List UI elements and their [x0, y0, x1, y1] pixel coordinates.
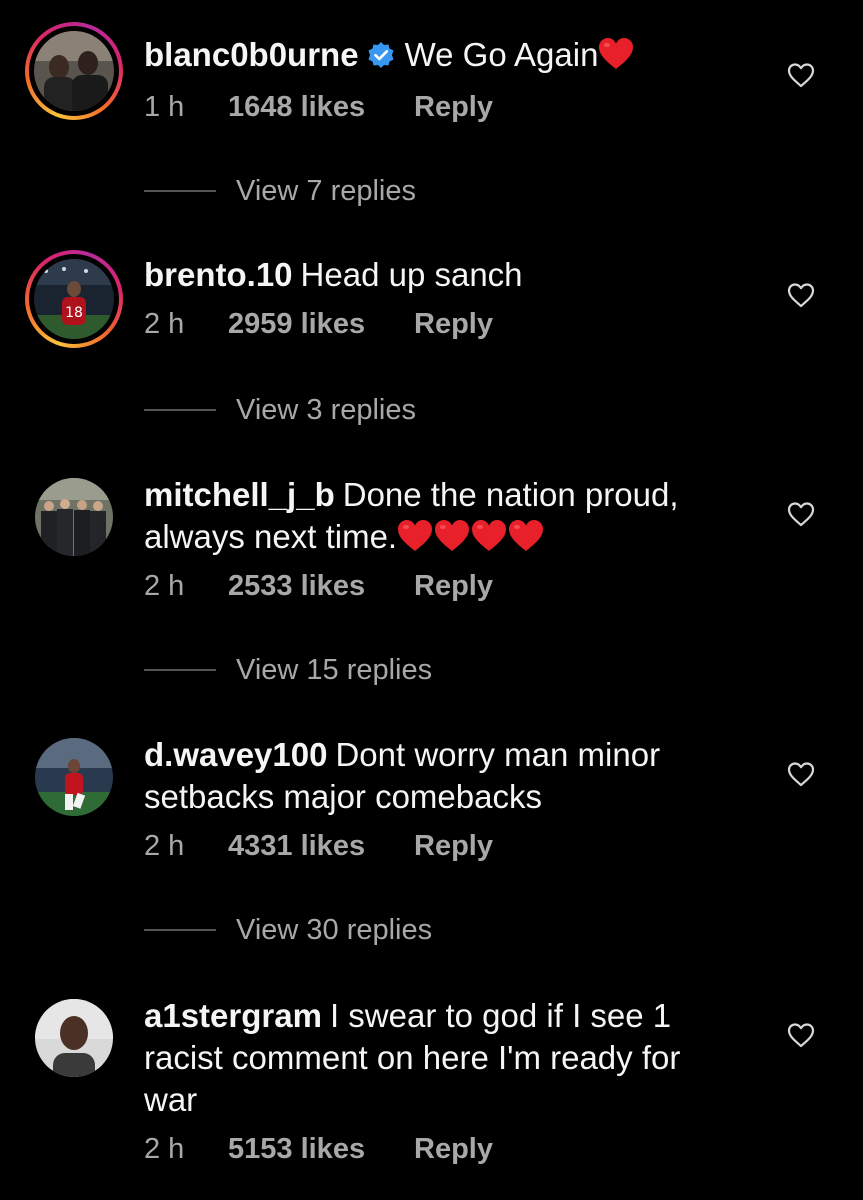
comment-text: mitchell_j_b Done the nation proud, alway…	[144, 474, 734, 558]
comment-text: brento.10 Head up sanch	[144, 254, 734, 296]
heart-emoji-group	[397, 518, 545, 555]
heart-emoji-icon	[434, 519, 470, 553]
comment-text: blanc0b0urne We Go Again	[144, 34, 734, 79]
comment-likes[interactable]: 4331 likes	[228, 828, 414, 864]
reply-button[interactable]: Reply	[414, 568, 493, 604]
avatar[interactable]	[25, 22, 123, 120]
comment-meta: 1 h 1648 likes Reply	[144, 89, 734, 125]
view-replies-label: View 30 replies	[236, 913, 433, 946]
comment-likes[interactable]: 2959 likes	[228, 306, 414, 342]
reply-button[interactable]: Reply	[414, 89, 493, 125]
comment-time: 2 h	[144, 1133, 185, 1165]
comment-username[interactable]: blanc0b0urne	[144, 36, 359, 73]
heart-emoji-icon	[397, 519, 433, 553]
divider	[144, 190, 216, 192]
comment-username[interactable]: a1stergram	[144, 997, 322, 1034]
divider	[144, 929, 216, 931]
comment-username[interactable]: d.wavey100	[144, 736, 327, 773]
verified-badge-icon	[367, 37, 395, 79]
avatar[interactable]	[25, 728, 123, 826]
comment-likes[interactable]: 1648 likes	[228, 89, 414, 125]
view-replies-label: View 7 replies	[236, 174, 417, 207]
heart-outline-icon[interactable]	[787, 62, 815, 88]
comment-body: Head up sanch	[300, 256, 523, 293]
comment-meta: 2 h 4331 likes Reply	[144, 828, 734, 864]
avatar-photo	[35, 738, 113, 816]
view-replies-label: View 3 replies	[236, 393, 417, 426]
heart-outline-icon[interactable]	[787, 1022, 815, 1048]
avatar-photo	[35, 478, 113, 556]
view-replies-label: View 15 replies	[236, 653, 433, 686]
avatar-photo: 18	[34, 259, 114, 339]
view-replies-button[interactable]: View 30 replies	[144, 912, 432, 948]
comment-likes[interactable]: 5153 likes	[228, 1131, 414, 1167]
comment-meta: 2 h 5153 likes Reply	[144, 1131, 734, 1167]
view-replies-button[interactable]: View 15 replies	[144, 652, 432, 688]
comment-time: 2 h	[144, 830, 185, 862]
avatar[interactable]: 18	[25, 250, 123, 348]
heart-outline-icon[interactable]	[787, 282, 815, 308]
heart-outline-icon[interactable]	[787, 761, 815, 787]
heart-outline-icon[interactable]	[787, 501, 815, 527]
comment-time: 1 h	[144, 91, 185, 123]
comment-username[interactable]: brento.10	[144, 256, 293, 293]
heart-emoji-icon	[598, 37, 634, 71]
heart-emoji-icon	[508, 519, 544, 553]
view-replies-button[interactable]: View 3 replies	[144, 392, 416, 428]
reply-button[interactable]: Reply	[414, 306, 493, 342]
avatar-photo	[35, 999, 113, 1077]
comment-meta: 2 h 2959 likes Reply	[144, 306, 734, 342]
avatar[interactable]	[25, 468, 123, 566]
divider	[144, 669, 216, 671]
heart-emoji-group	[598, 36, 635, 73]
heart-emoji-icon	[471, 519, 507, 553]
avatar[interactable]	[25, 989, 123, 1087]
comment-text: a1stergram I swear to god if I see 1 raci…	[144, 995, 734, 1121]
avatar-photo	[34, 31, 114, 111]
divider	[144, 409, 216, 411]
comment-time: 2 h	[144, 308, 185, 340]
reply-button[interactable]: Reply	[414, 1131, 493, 1167]
comment-username[interactable]: mitchell_j_b	[144, 476, 335, 513]
comment-text: d.wavey100 Dont worry man minor setbacks …	[144, 734, 734, 818]
reply-button[interactable]: Reply	[414, 828, 493, 864]
view-replies-button[interactable]: View 7 replies	[144, 173, 416, 209]
comment-likes[interactable]: 2533 likes	[228, 568, 414, 604]
jersey-number: 18	[65, 305, 83, 321]
comment-body: We Go Again	[404, 36, 599, 73]
comment-meta: 2 h 2533 likes Reply	[144, 568, 734, 604]
comment-time: 2 h	[144, 570, 185, 602]
